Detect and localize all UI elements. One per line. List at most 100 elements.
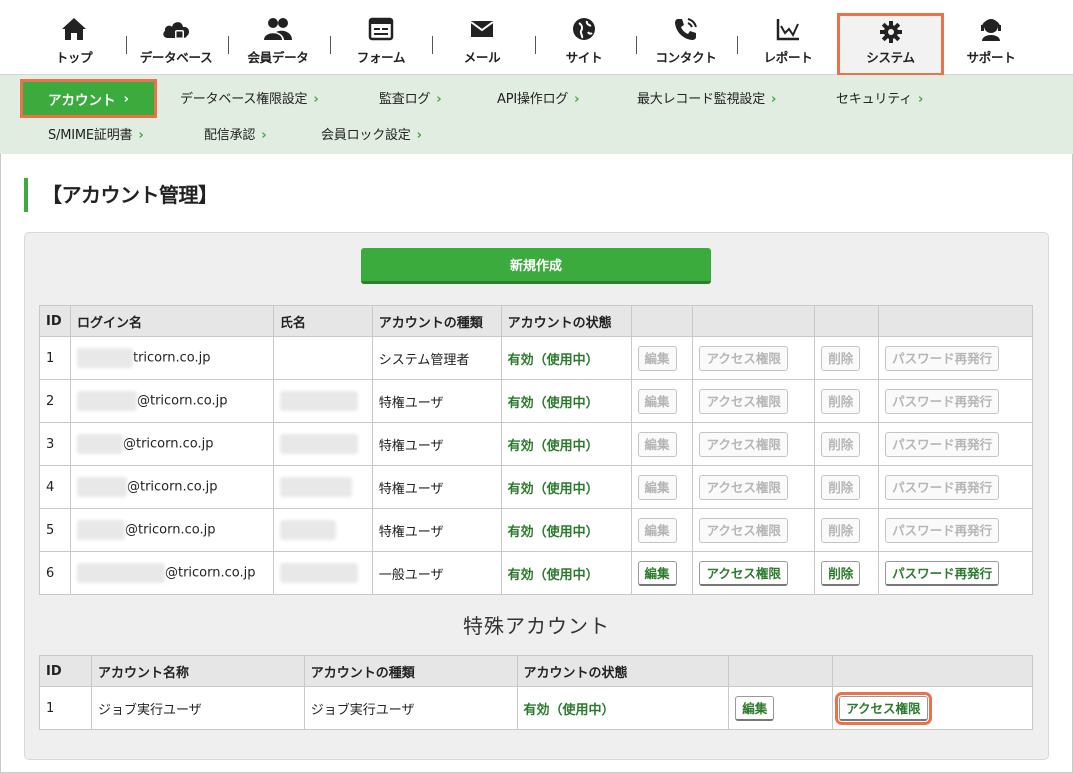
subnav-label: API操作ログ — [497, 92, 569, 107]
chevron-right-icon: › — [313, 92, 319, 107]
col-header-login: ログイン名 — [69, 305, 274, 337]
chevron-right-icon: › — [261, 128, 267, 143]
edit-button[interactable]: 編集 — [637, 474, 677, 500]
nav-label: レポート — [763, 50, 813, 65]
subnav-active-label: アカウント — [47, 92, 116, 109]
nav-item-site[interactable]: サイト — [558, 16, 610, 72]
subnav-item-security[interactable]: セキュリティ › — [836, 88, 923, 112]
col-header-id: ID — [39, 655, 92, 687]
subnav-item-account[interactable]: アカウント › — [20, 79, 157, 118]
cell-reissue: パスワード再発行 — [878, 508, 1033, 552]
subnav-item-api-log[interactable]: API操作ログ › — [497, 88, 580, 112]
edit-button[interactable]: 編集 — [637, 345, 677, 371]
edit-button[interactable]: 編集 — [735, 695, 775, 721]
password-reissue-button[interactable]: パスワード再発行 — [885, 474, 1000, 500]
delete-button[interactable]: 削除 — [821, 517, 861, 543]
col-header-empty — [878, 305, 1033, 337]
nav-divider — [330, 36, 331, 54]
cell-access: アクセス権限 — [692, 465, 816, 509]
subnav-item-audit-log[interactable]: 監査ログ › — [379, 88, 442, 112]
subnav-item-delivery-approval[interactable]: 配信承認 › — [204, 124, 267, 148]
new-account-button[interactable]: 新規作成 — [361, 248, 711, 284]
cell-id: 6 — [39, 551, 71, 595]
access-rights-button[interactable]: アクセス権限 — [699, 388, 788, 414]
password-reissue-button[interactable]: パスワード再発行 — [885, 517, 1000, 543]
redacted-text — [76, 434, 123, 454]
redacted-text — [76, 477, 127, 497]
cell-id: 3 — [39, 422, 71, 466]
redacted-text — [76, 391, 137, 411]
edit-button[interactable]: 編集 — [637, 560, 677, 586]
cell-access: アクセス権限 — [692, 379, 816, 423]
nav-label: フォーム — [356, 50, 406, 65]
nav-item-support[interactable]: サポート — [962, 16, 1020, 72]
cell-edit: 編集 — [630, 465, 694, 509]
chevron-right-icon: › — [771, 92, 777, 107]
nav-divider — [737, 36, 738, 54]
cell-login: @tricorn.co.jp — [69, 551, 274, 595]
nav-item-database[interactable]: データベース — [136, 16, 216, 72]
login-domain: @tricorn.co.jp — [124, 522, 216, 538]
cell-name — [272, 379, 373, 423]
chevron-right-icon: › — [574, 92, 580, 107]
nav-divider — [126, 36, 127, 54]
col-header-name: 氏名 — [272, 305, 373, 337]
redacted-text — [279, 520, 336, 540]
delete-button[interactable]: 削除 — [821, 388, 861, 414]
password-reissue-button[interactable]: パスワード再発行 — [885, 431, 1000, 457]
edit-button[interactable]: 編集 — [637, 431, 677, 457]
password-reissue-button[interactable]: パスワード再発行 — [885, 560, 1000, 586]
delete-button[interactable]: 削除 — [821, 560, 861, 586]
accounts-table: ID ログイン名 氏名 アカウントの種類 アカウントの状態 1 tricorn.… — [39, 305, 1033, 595]
col-header-empty — [692, 305, 816, 337]
cell-delete: 削除 — [814, 422, 880, 466]
nav-item-system[interactable]: システム — [837, 13, 944, 76]
cell-delete: 削除 — [814, 336, 880, 380]
cell-id: 1 — [39, 686, 92, 730]
subnav-item-db-permissions[interactable]: データベース権限設定 › — [180, 88, 319, 112]
cell-type: 一般ユーザ — [371, 551, 502, 595]
access-rights-button[interactable]: アクセス権限 — [699, 431, 788, 457]
access-rights-button[interactable]: アクセス権限 — [699, 474, 788, 500]
subnav-item-smime[interactable]: S/MIME証明書 › — [48, 124, 144, 148]
cell-type: ジョブ実行ユーザ — [303, 686, 518, 730]
col-header-type: アカウントの種類 — [303, 655, 518, 687]
edit-button[interactable]: 編集 — [637, 517, 677, 543]
subnav-label: 配信承認 — [204, 128, 256, 143]
top-nav: トップ データベース 会員データ フォーム メール サイト コンタクト レポート… — [0, 0, 1073, 76]
subnav-item-member-lock[interactable]: 会員ロック設定 › — [321, 124, 422, 148]
subnav-item-max-record[interactable]: 最大レコード監視設定 › — [637, 88, 776, 112]
cloud-icon — [163, 22, 190, 39]
cell-access: アクセス権限 — [692, 422, 816, 466]
cell-edit: 編集 — [630, 508, 694, 552]
login-domain: @tricorn.co.jp — [122, 436, 214, 452]
nav-item-member-data[interactable]: 会員データ — [240, 16, 316, 72]
access-rights-button[interactable]: アクセス権限 — [699, 517, 788, 543]
chevron-right-icon: › — [138, 128, 144, 143]
subnav-label: S/MIME証明書 — [48, 128, 133, 143]
cell-type: 特権ユーザ — [371, 379, 502, 423]
password-reissue-button[interactable]: パスワード再発行 — [885, 345, 1000, 371]
delete-button[interactable]: 削除 — [821, 345, 861, 371]
edit-button[interactable]: 編集 — [637, 388, 677, 414]
access-rights-button[interactable]: アクセス権限 — [835, 691, 932, 725]
nav-item-mail[interactable]: メール — [456, 16, 508, 72]
nav-item-report[interactable]: レポート — [758, 16, 818, 72]
delete-button[interactable]: 削除 — [821, 474, 861, 500]
access-rights-button[interactable]: アクセス権限 — [699, 345, 788, 371]
subnav-label: 最大レコード監視設定 — [637, 92, 766, 107]
delete-button[interactable]: 削除 — [821, 431, 861, 457]
cell-login: @tricorn.co.jp — [69, 379, 274, 423]
nav-item-contact[interactable]: コンタクト — [652, 16, 720, 72]
access-rights-button[interactable]: アクセス権限 — [699, 560, 788, 586]
table-row: 1 ジョブ実行ユーザ ジョブ実行ユーザ 有効（使用中） 編集 アクセス権限 — [39, 686, 1033, 730]
table-header-row: ID ログイン名 氏名 アカウントの種類 アカウントの状態 — [39, 305, 1033, 337]
nav-item-top[interactable]: トップ — [44, 16, 104, 72]
nav-item-form[interactable]: フォーム — [350, 16, 412, 72]
nav-label: 会員データ — [247, 50, 309, 65]
cell-type: 特権ユーザ — [371, 465, 502, 509]
col-header-id: ID — [39, 305, 71, 337]
password-reissue-button[interactable]: パスワード再発行 — [885, 388, 1000, 414]
nav-divider — [228, 36, 229, 54]
cell-edit: 編集 — [630, 336, 694, 380]
